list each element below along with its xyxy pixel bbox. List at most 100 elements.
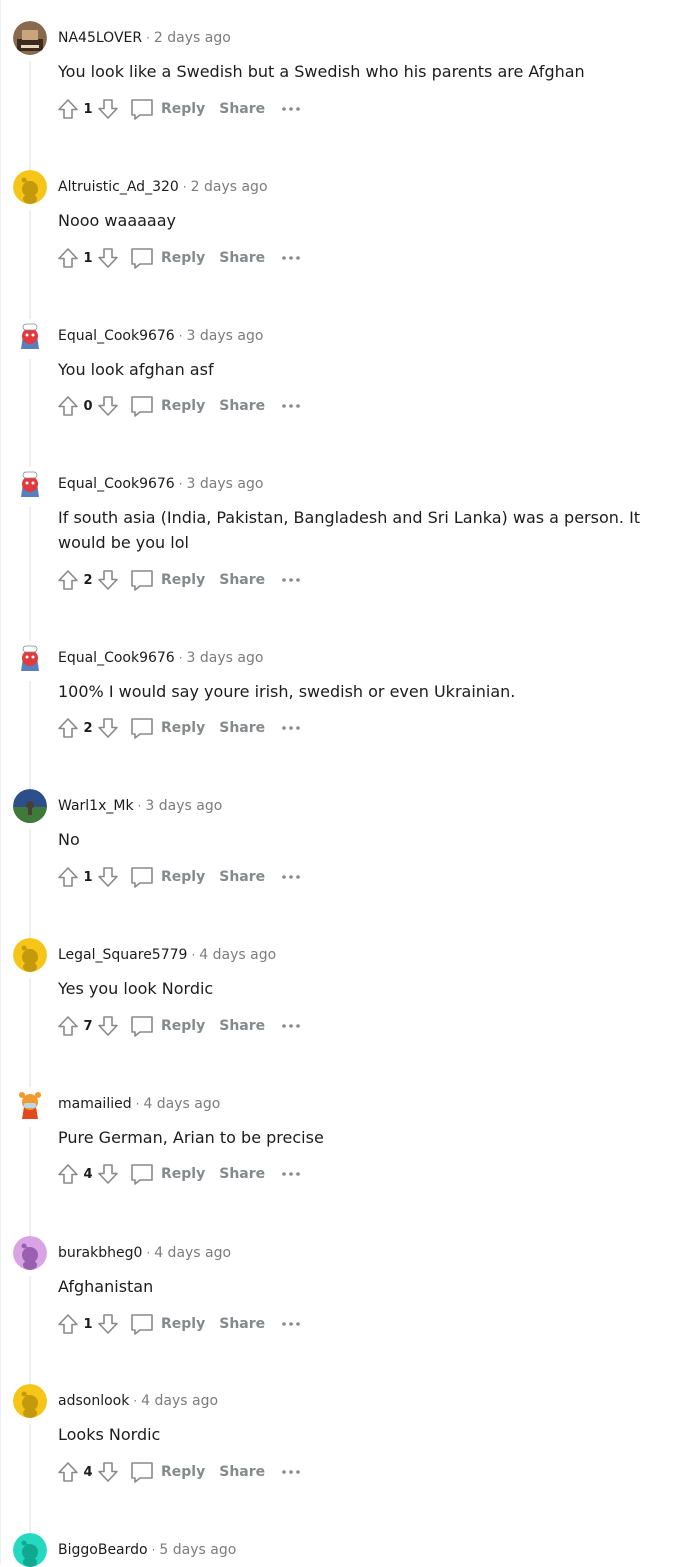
- comment-timestamp[interactable]: 3 days ago: [187, 476, 264, 492]
- vote-score: 2: [83, 720, 93, 736]
- comment-actions: 7 Reply Share: [55, 1013, 301, 1039]
- comment-timestamp[interactable]: 4 days ago: [143, 1096, 220, 1112]
- thread-line[interactable]: [29, 978, 31, 1090]
- share-button[interactable]: Share: [219, 1316, 265, 1332]
- thread-line[interactable]: [29, 61, 31, 173]
- teal-snoo-avatar[interactable]: [13, 1533, 47, 1567]
- reply-icon: [129, 1161, 155, 1187]
- reply-button[interactable]: Reply: [129, 245, 205, 271]
- share-button[interactable]: Share: [219, 1464, 265, 1480]
- comment-username[interactable]: burakbheg0: [58, 1245, 142, 1261]
- reply-button[interactable]: Reply: [129, 1161, 205, 1187]
- comment-timestamp[interactable]: 3 days ago: [145, 798, 222, 814]
- downvote-icon[interactable]: [95, 1013, 121, 1039]
- yellow-snoo-avatar[interactable]: [13, 938, 47, 972]
- comment-username[interactable]: Altruistic_Ad_320: [58, 179, 179, 195]
- reply-button[interactable]: Reply: [129, 864, 205, 890]
- thread-line[interactable]: [29, 829, 31, 941]
- landscape-photo-avatar[interactable]: [13, 789, 47, 823]
- share-button[interactable]: Share: [219, 572, 265, 588]
- yellow-snoo-avatar[interactable]: [13, 170, 47, 204]
- downvote-icon[interactable]: [95, 245, 121, 271]
- comment-actions: 2 Reply Share: [55, 567, 301, 593]
- comment-username[interactable]: Equal_Cook9676: [58, 328, 175, 344]
- comment-timestamp[interactable]: 3 days ago: [187, 650, 264, 666]
- reply-button[interactable]: Reply: [129, 393, 205, 419]
- yellow-snoo-avatar[interactable]: [13, 1384, 47, 1418]
- reply-button[interactable]: Reply: [129, 1459, 205, 1485]
- more-options-icon[interactable]: [281, 1164, 301, 1184]
- red-chef-snoo-avatar[interactable]: [13, 319, 47, 353]
- share-button[interactable]: Share: [219, 869, 265, 885]
- upvote-icon[interactable]: [55, 96, 81, 122]
- downvote-icon[interactable]: [95, 864, 121, 890]
- upvote-icon[interactable]: [55, 715, 81, 741]
- upvote-icon[interactable]: [55, 1459, 81, 1485]
- share-button[interactable]: Share: [219, 250, 265, 266]
- downvote-icon[interactable]: [95, 393, 121, 419]
- more-options-icon[interactable]: [281, 867, 301, 887]
- comment-timestamp[interactable]: 2 days ago: [154, 30, 231, 46]
- downvote-icon[interactable]: [95, 567, 121, 593]
- share-button[interactable]: Share: [219, 1166, 265, 1182]
- thread-line[interactable]: [29, 210, 31, 322]
- comment-timestamp[interactable]: 3 days ago: [187, 328, 264, 344]
- comment-username[interactable]: adsonlook: [58, 1393, 129, 1409]
- more-options-icon[interactable]: [281, 1314, 301, 1334]
- comment-timestamp[interactable]: 4 days ago: [199, 947, 276, 963]
- comment-timestamp[interactable]: 4 days ago: [141, 1393, 218, 1409]
- comment-username[interactable]: NA45LOVER: [58, 30, 142, 46]
- downvote-icon[interactable]: [95, 715, 121, 741]
- more-options-icon[interactable]: [281, 248, 301, 268]
- reply-button[interactable]: Reply: [129, 715, 205, 741]
- downvote-icon[interactable]: [95, 1161, 121, 1187]
- reply-button[interactable]: Reply: [129, 96, 205, 122]
- upvote-icon[interactable]: [55, 245, 81, 271]
- thread-line[interactable]: [29, 507, 31, 645]
- upvote-icon[interactable]: [55, 1161, 81, 1187]
- comment-username[interactable]: Equal_Cook9676: [58, 650, 175, 666]
- tiger-snoo-avatar[interactable]: [13, 1087, 47, 1121]
- thread-line[interactable]: [29, 1424, 31, 1536]
- upvote-icon[interactable]: [55, 864, 81, 890]
- upvote-icon[interactable]: [55, 567, 81, 593]
- more-options-icon[interactable]: [281, 1016, 301, 1036]
- separator-dot: ·: [133, 1394, 138, 1408]
- comment-username[interactable]: Warl1x_Mk: [58, 798, 134, 814]
- share-button[interactable]: Share: [219, 398, 265, 414]
- upvote-icon[interactable]: [55, 1311, 81, 1337]
- thread-line[interactable]: [29, 1127, 31, 1239]
- upvote-icon[interactable]: [55, 393, 81, 419]
- downvote-icon[interactable]: [95, 96, 121, 122]
- downvote-icon[interactable]: [95, 1311, 121, 1337]
- red-chef-snoo-avatar[interactable]: [13, 641, 47, 675]
- share-button[interactable]: Share: [219, 101, 265, 117]
- comment-timestamp[interactable]: 2 days ago: [191, 179, 268, 195]
- comment-timestamp[interactable]: 5 days ago: [159, 1542, 236, 1558]
- more-options-icon[interactable]: [281, 396, 301, 416]
- downvote-icon[interactable]: [95, 1459, 121, 1485]
- comment-username[interactable]: Legal_Square5779: [58, 947, 187, 963]
- purple-snoo-avatar[interactable]: [13, 1236, 47, 1270]
- photo-bag-avatar[interactable]: [13, 21, 47, 55]
- red-chef-snoo-avatar[interactable]: [13, 467, 47, 501]
- comment-username[interactable]: BiggoBeardo: [58, 1542, 148, 1558]
- reply-button[interactable]: Reply: [129, 1013, 205, 1039]
- vote-score: 0: [83, 398, 93, 414]
- reply-button[interactable]: Reply: [129, 1311, 205, 1337]
- more-options-icon[interactable]: [281, 570, 301, 590]
- comment-meta: NA45LOVER · 2 days ago: [58, 28, 231, 48]
- comment-timestamp[interactable]: 4 days ago: [154, 1245, 231, 1261]
- comment-meta: adsonlook · 4 days ago: [58, 1391, 218, 1411]
- share-button[interactable]: Share: [219, 1018, 265, 1034]
- upvote-icon[interactable]: [55, 1013, 81, 1039]
- reply-button[interactable]: Reply: [129, 567, 205, 593]
- more-options-icon[interactable]: [281, 99, 301, 119]
- more-options-icon[interactable]: [281, 718, 301, 738]
- comment-meta: Equal_Cook9676 · 3 days ago: [58, 474, 263, 494]
- comment-username[interactable]: Equal_Cook9676: [58, 476, 175, 492]
- share-button[interactable]: Share: [219, 720, 265, 736]
- comment-username[interactable]: mamailied: [58, 1096, 132, 1112]
- more-options-icon[interactable]: [281, 1462, 301, 1482]
- separator-dot: ·: [135, 1097, 140, 1111]
